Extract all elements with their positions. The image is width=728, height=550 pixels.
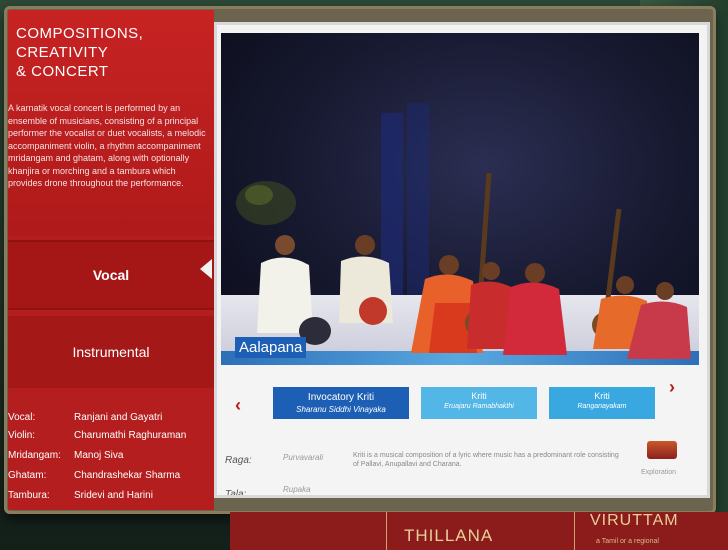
card-subtitle: Ranganayakam — [577, 403, 627, 410]
panel-description: A karnatik vocal concert is performed by… — [8, 103, 206, 188]
credit-row: Violin: Charumathi Raghuraman — [8, 430, 214, 448]
chevron-left-icon[interactable]: ‹ — [235, 395, 241, 416]
section-viruttam: VIRUTTAM — [590, 512, 679, 529]
card-title: Kriti — [594, 391, 610, 401]
section-thillana: THILLANA — [404, 526, 494, 545]
credit-row: Ghatam: Chandrashekar Sharma — [8, 470, 214, 488]
tab-label: Vocal — [92, 267, 130, 283]
credit-role: Tambura: — [8, 490, 50, 501]
raga-value: Purvavarali — [283, 453, 324, 462]
card-title: Kriti — [471, 391, 487, 401]
card-title: Invocatory Kriti — [307, 392, 375, 403]
credit-name: Charumathi Raghuraman — [74, 430, 187, 441]
credit-row: Vocal: Ranjani and Gayatri — [8, 412, 214, 430]
credit-row: Mridangam: Manoj Siva — [8, 450, 214, 468]
active-tab-pointer — [200, 259, 212, 279]
composition-controls: ‹ Invocatory Kriti Sharanu Siddhi Vinaya… — [217, 365, 707, 495]
divider — [574, 512, 575, 550]
credit-role: Mridangam: — [8, 450, 61, 461]
tab-label: Instrumental — [72, 344, 150, 360]
title-line: COMPOSITIONS, — [16, 25, 144, 42]
credit-name: Ranjani and Gayatri — [74, 412, 163, 423]
card-subtitle: Sharanu Siddhi Vinayaka — [296, 405, 386, 414]
divider — [386, 512, 387, 550]
exploration-label: Exploration — [641, 469, 677, 476]
card-subtitle: Eruajaru Ramabhakthi — [444, 403, 514, 410]
credit-role: Violin: — [8, 430, 36, 441]
credit-role: Vocal: — [8, 412, 36, 423]
concert-video[interactable]: Aalapana — [221, 33, 699, 365]
video-caption: Aalapana — [235, 337, 307, 358]
panel-title: COMPOSITIONS, CREATIVITY & CONCERT — [16, 24, 206, 81]
credit-name: Sridevi and Harini — [74, 490, 153, 501]
title-line: CREATIVITY — [16, 44, 109, 61]
composition-card-kriti-1[interactable]: Kriti Eruajaru Ramabhakthi — [421, 387, 537, 419]
touch-screen: Aalapana ‹ Invocatory Kriti Sharanu Sidd… — [214, 22, 710, 498]
performers-illustration — [257, 172, 691, 359]
exploration-thumbnail-icon[interactable] — [647, 441, 677, 459]
tala-value: Rupaka — [283, 485, 311, 494]
credit-name: Chandrashekar Sharma — [74, 470, 181, 481]
credit-name: Manoj Siva — [74, 450, 124, 461]
tala-label: Tala: — [225, 489, 247, 498]
composition-card-kriti-2[interactable]: Kriti Ranganayakam — [549, 387, 655, 419]
chevron-right-icon[interactable]: › — [669, 377, 675, 398]
composition-description: Kriti is a musical composition of a lyri… — [353, 452, 619, 468]
raga-label: Raga: — [225, 455, 252, 466]
composition-card-invocatory-kriti[interactable]: Invocatory Kriti Sharanu Siddhi Vinayaka — [273, 387, 409, 419]
tab-vocal[interactable]: Vocal — [8, 240, 214, 310]
credit-role: Ghatam: — [8, 470, 47, 481]
side-panel: COMPOSITIONS, CREATIVITY & CONCERT A kar… — [8, 10, 214, 510]
title-line: & CONCERT — [16, 63, 109, 80]
tab-instrumental[interactable]: Instrumental — [8, 316, 214, 388]
credit-row: Tambura: Sridevi and Harini — [8, 490, 214, 508]
section-subtext: a Tamil or a regional — [596, 538, 659, 545]
